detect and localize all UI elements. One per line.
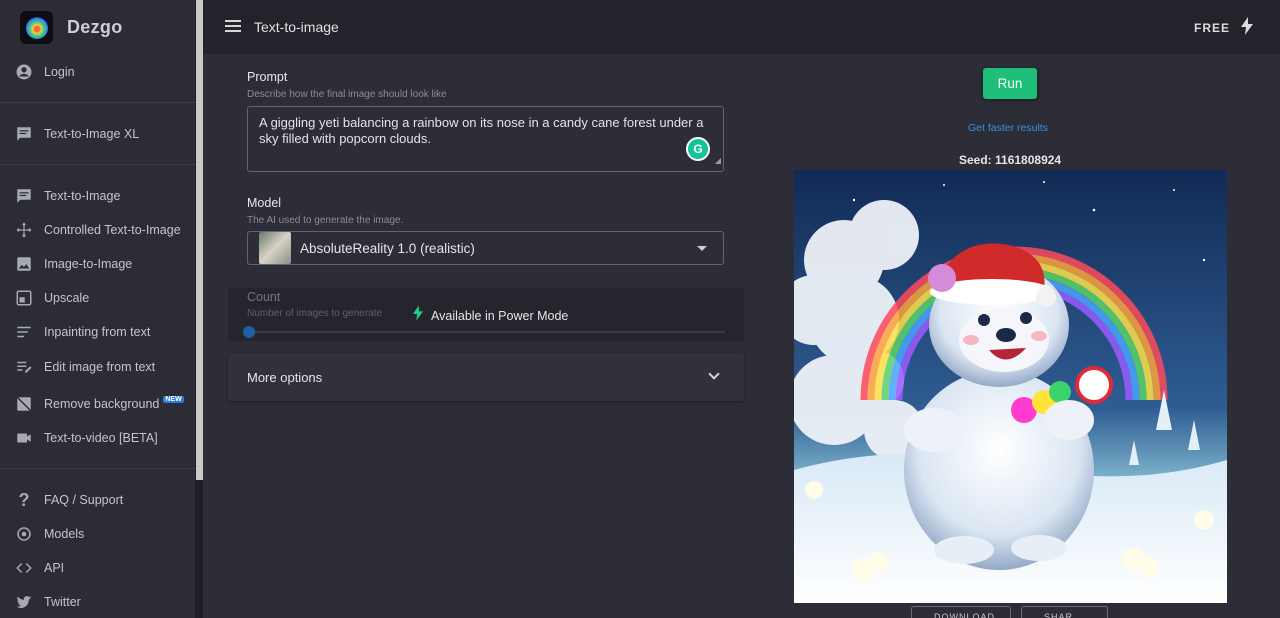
run-button[interactable]: Run bbox=[983, 68, 1037, 99]
power-mode-text: Available in Power Mode bbox=[431, 308, 569, 323]
model-thumbnail bbox=[259, 232, 291, 264]
chevron-down-icon bbox=[708, 368, 720, 380]
sidebar-item-login[interactable]: Login bbox=[0, 58, 196, 86]
sidebar-item-text-to-image[interactable]: Text-to-Image bbox=[0, 182, 196, 210]
video-camera-icon bbox=[14, 428, 34, 448]
power-mode-notice[interactable]: Available in Power Mode bbox=[413, 305, 568, 326]
prompt-textarea[interactable]: A giggling yeti balancing a rainbow on i… bbox=[247, 106, 724, 172]
model-select[interactable]: AbsoluteReality 1.0 (realistic) bbox=[247, 231, 724, 265]
sidebar: Dezgo Login Text-to-Image XL Text-to-Ima… bbox=[0, 0, 196, 618]
count-label: Count bbox=[247, 290, 281, 304]
count-slider-track bbox=[249, 331, 725, 333]
share-button[interactable]: SHAR bbox=[1021, 606, 1108, 618]
sidebar-item-inpainting[interactable]: Inpainting from text bbox=[0, 318, 196, 346]
sidebar-item-label: Controlled Text-to-Image bbox=[44, 223, 181, 237]
more-options-label: More options bbox=[247, 370, 323, 385]
sidebar-item-upscale[interactable]: Upscale bbox=[0, 284, 196, 312]
sidebar-item-models[interactable]: Models bbox=[0, 520, 196, 548]
move-arrows-icon bbox=[14, 220, 34, 240]
chat-bubble-icon bbox=[14, 124, 34, 144]
image-icon bbox=[14, 254, 34, 274]
sidebar-item-label: Edit image from text bbox=[44, 360, 156, 374]
sidebar-item-edit-image[interactable]: Edit image from text bbox=[0, 353, 196, 381]
count-panel: Count Number of images to generate Avail… bbox=[228, 288, 744, 341]
account-circle-icon bbox=[14, 62, 34, 82]
sidebar-item-api[interactable]: API bbox=[0, 554, 196, 582]
prompt-help-text: Describe how the final image should look… bbox=[247, 89, 447, 100]
sidebar-item-label: FAQ / Support bbox=[44, 493, 124, 507]
model-help-text: The AI used to generate the image. bbox=[247, 215, 404, 226]
sidebar-item-controlled-text-to-image[interactable]: Controlled Text-to-Image bbox=[0, 216, 196, 244]
prompt-label: Prompt bbox=[247, 70, 288, 84]
models-icon bbox=[14, 524, 34, 544]
model-label: Model bbox=[247, 196, 282, 210]
sidebar-item-image-to-image[interactable]: Image-to-Image bbox=[0, 250, 196, 278]
get-faster-results-link[interactable]: Get faster results bbox=[968, 122, 1048, 134]
model-selected-value: AbsoluteReality 1.0 (realistic) bbox=[300, 240, 475, 256]
seed-text: Seed: 1161808924 bbox=[959, 153, 1062, 167]
twitter-icon bbox=[14, 592, 34, 612]
count-slider-knob bbox=[243, 326, 255, 338]
sidebar-item-text-to-video[interactable]: Text-to-video [BETA] bbox=[0, 424, 196, 452]
top-bar: Text-to-image FREE bbox=[203, 0, 1280, 54]
chat-bubble-icon bbox=[14, 186, 34, 206]
sidebar-item-label: Models bbox=[44, 527, 85, 541]
new-badge: NEW bbox=[163, 395, 184, 403]
brand[interactable]: Dezgo bbox=[20, 11, 123, 44]
count-help-text: Number of images to generate bbox=[247, 308, 383, 319]
sidebar-item-remove-background[interactable]: Remove background NEW bbox=[0, 390, 196, 418]
page-title: Text-to-image bbox=[254, 19, 339, 35]
sidebar-item-label: Text-to-Image bbox=[44, 189, 121, 203]
sidebar-divider bbox=[0, 164, 196, 165]
code-icon bbox=[14, 558, 34, 578]
dezgo-logo bbox=[20, 11, 53, 44]
lightning-bolt-icon bbox=[413, 305, 423, 326]
sidebar-divider bbox=[0, 468, 196, 469]
generated-image[interactable] bbox=[794, 170, 1227, 603]
question-icon: ? bbox=[18, 489, 30, 510]
upscale-icon bbox=[14, 288, 34, 308]
sidebar-item-twitter[interactable]: Twitter bbox=[0, 588, 196, 616]
image-off-icon bbox=[14, 394, 34, 414]
prompt-text: A giggling yeti balancing a rainbow on i… bbox=[259, 115, 704, 146]
resize-handle-icon[interactable]: ◢ bbox=[715, 153, 721, 169]
hamburger-menu-icon[interactable] bbox=[225, 20, 241, 34]
sidebar-item-label: Text-to-video [BETA] bbox=[44, 431, 158, 445]
sidebar-scrollbar[interactable] bbox=[196, 0, 203, 618]
sidebar-divider bbox=[0, 102, 196, 103]
sidebar-item-label: Image-to-Image bbox=[44, 257, 133, 271]
sidebar-item-label: Text-to-Image XL bbox=[44, 127, 140, 141]
sidebar-item-label: Remove background bbox=[44, 397, 160, 411]
sidebar-item-text-to-image-xl[interactable]: Text-to-Image XL bbox=[0, 120, 196, 148]
sidebar-item-label: Login bbox=[44, 65, 75, 79]
more-options-expander[interactable]: More options bbox=[228, 353, 744, 401]
grammarly-icon[interactable]: G bbox=[686, 137, 710, 161]
sidebar-item-label: Inpainting from text bbox=[44, 325, 151, 339]
lines-icon bbox=[14, 322, 34, 342]
edit-lines-icon bbox=[14, 357, 34, 377]
scrollbar-thumb[interactable] bbox=[196, 0, 203, 480]
download-button[interactable]: DOWNLOAD bbox=[911, 606, 1011, 618]
sidebar-item-label: Twitter bbox=[44, 595, 81, 609]
sidebar-item-label: Upscale bbox=[44, 291, 90, 305]
plan-badge[interactable]: FREE bbox=[1194, 21, 1230, 35]
brand-name: Dezgo bbox=[67, 17, 123, 37]
sidebar-item-faq[interactable]: ? FAQ / Support bbox=[0, 486, 196, 514]
lightning-bolt-icon[interactable] bbox=[1241, 17, 1253, 40]
dropdown-arrow-icon bbox=[697, 246, 707, 251]
sidebar-item-label: API bbox=[44, 561, 65, 575]
